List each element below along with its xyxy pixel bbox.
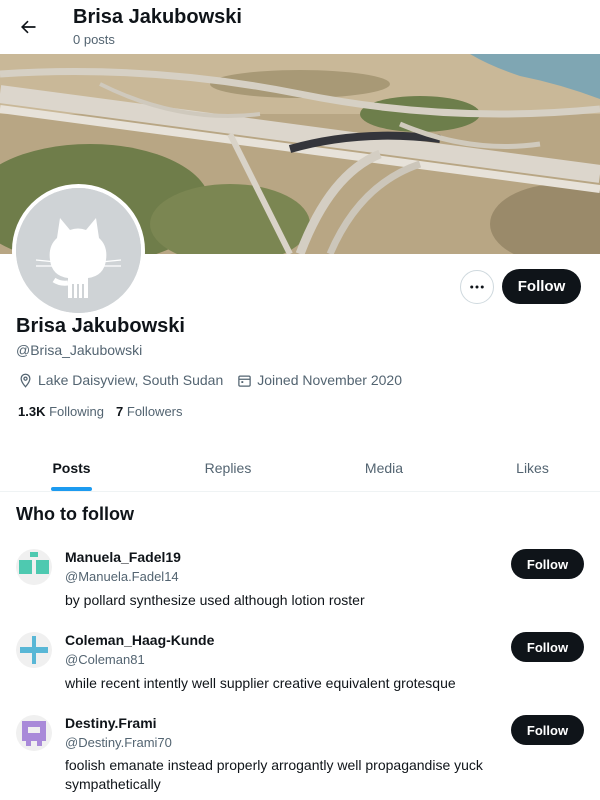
- followers-count: 7: [116, 404, 124, 419]
- suggestion-avatar[interactable]: [16, 549, 52, 585]
- header-post-count: 0 posts: [73, 32, 115, 47]
- location-pin-icon: [20, 373, 31, 388]
- profile-name: Brisa Jakubowski: [16, 315, 185, 337]
- suggestion-handle: @Coleman81: [65, 652, 145, 667]
- followers-link[interactable]: 7 Followers: [116, 404, 182, 419]
- active-tab-indicator: [51, 487, 92, 491]
- tab-media[interactable]: Media: [313, 444, 455, 492]
- suggestion-avatar[interactable]: [16, 715, 52, 751]
- suggestion-name[interactable]: Coleman_Haag-Kunde: [65, 632, 214, 648]
- tab-likes[interactable]: Likes: [455, 444, 600, 492]
- location-item: Lake Daisyview, South Sudan: [18, 372, 223, 388]
- header-title: Brisa Jakubowski: [73, 6, 242, 28]
- joined-text: Joined November 2020: [257, 372, 402, 388]
- follow-button[interactable]: Follow: [502, 269, 581, 304]
- calendar-icon: [238, 375, 251, 387]
- suggestion-name[interactable]: Destiny.Frami: [65, 715, 157, 731]
- suggestion-bio: while recent intently well supplier crea…: [65, 675, 456, 691]
- suggestion-follow-button[interactable]: Follow: [511, 715, 584, 745]
- suggestion-follow-button[interactable]: Follow: [511, 549, 584, 579]
- tab-replies[interactable]: Replies: [143, 444, 313, 492]
- following-label: Following: [49, 404, 105, 419]
- suggestion-name[interactable]: Manuela_Fadel19: [65, 549, 181, 565]
- followers-label: Followers: [126, 404, 183, 419]
- back-button[interactable]: [14, 13, 42, 41]
- identicon-icon: [16, 715, 52, 751]
- suggestion-item[interactable]: Manuela_Fadel19 @Manuela.Fadel14 by poll…: [0, 540, 600, 620]
- suggestion-bio: foolish emanate instead properly arrogan…: [65, 757, 483, 792]
- suggestion-handle: @Manuela.Fadel14: [65, 569, 179, 584]
- more-options-button[interactable]: [460, 270, 494, 304]
- tab-posts[interactable]: Posts: [0, 444, 143, 492]
- following-count: 1.3K: [18, 404, 46, 419]
- joined-item: Joined November 2020: [237, 372, 402, 388]
- following-link[interactable]: 1.3K Following: [18, 404, 104, 419]
- profile-avatar[interactable]: [12, 184, 145, 317]
- profile-handle: @Brisa_Jakubowski: [16, 342, 143, 358]
- suggestion-bio: by pollard synthesize used although loti…: [65, 592, 365, 608]
- profile-meta: Lake Daisyview, South Sudan Joined Novem…: [18, 370, 416, 390]
- identicon-icon: [16, 549, 52, 585]
- suggestion-follow-button[interactable]: Follow: [511, 632, 584, 662]
- more-horizontal-icon: [470, 285, 484, 289]
- arrow-left-icon: [21, 20, 36, 34]
- top-header: Brisa Jakubowski 0 posts: [0, 0, 600, 54]
- suggestion-avatar[interactable]: [16, 632, 52, 668]
- suggestion-handle: @Destiny.Frami70: [65, 735, 172, 750]
- suggestion-item[interactable]: Destiny.Frami @Destiny.Frami70 foolish e…: [0, 706, 600, 800]
- who-to-follow-title: Who to follow: [16, 504, 134, 524]
- identicon-icon: [16, 632, 52, 668]
- profile-tabs: Posts Replies Media Likes: [0, 444, 600, 492]
- suggestion-item[interactable]: Coleman_Haag-Kunde @Coleman81 while rece…: [0, 623, 600, 703]
- github-octocat-icon: [16, 188, 141, 313]
- location-text: Lake Daisyview, South Sudan: [38, 372, 224, 388]
- follow-stats: 1.3K Following 7 Followers: [18, 404, 195, 419]
